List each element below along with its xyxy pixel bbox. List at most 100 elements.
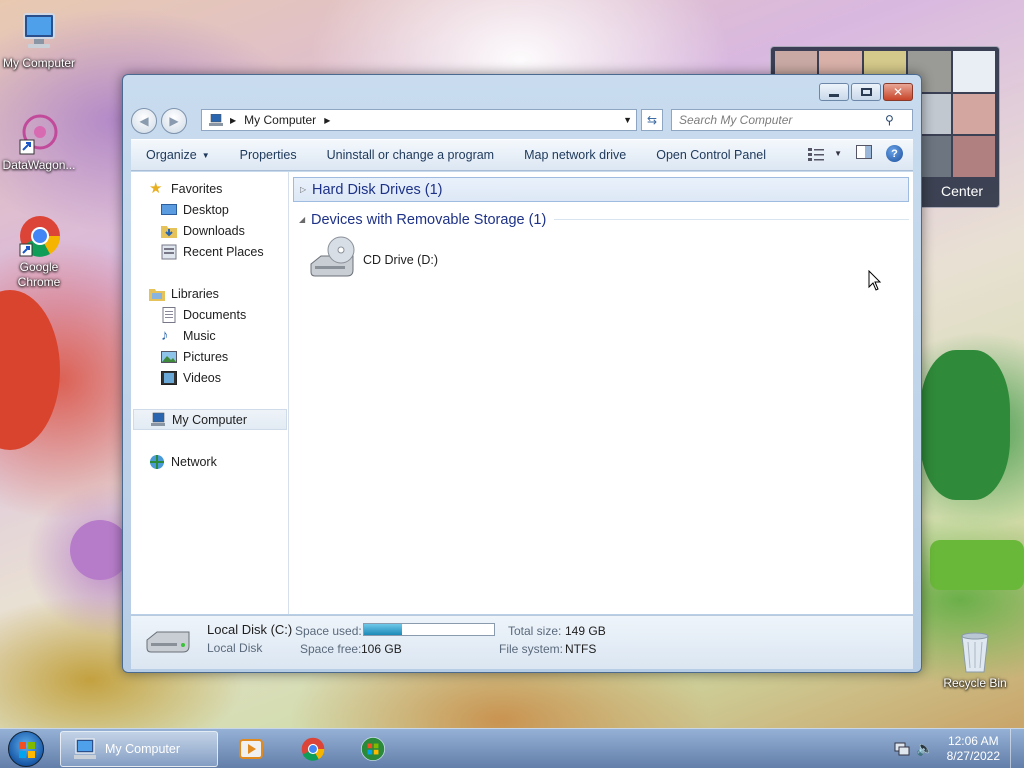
open-control-panel-button[interactable]: Open Control Panel [641, 142, 781, 168]
nav-label: Downloads [183, 223, 245, 238]
minimize-button[interactable] [819, 83, 849, 101]
nav-label: My Computer [172, 412, 248, 427]
nav-label: Network [171, 454, 217, 469]
minimize-icon [829, 93, 839, 97]
map-network-drive-button[interactable]: Map network drive [509, 142, 641, 168]
taskbar-button-my-computer[interactable]: My Computer [60, 731, 218, 767]
back-button[interactable]: ◀ [131, 108, 157, 134]
title-bar[interactable]: ✕ [123, 75, 921, 105]
chevron-down-icon: ▼ [201, 150, 210, 160]
maximize-button[interactable] [851, 83, 881, 101]
group-divider [554, 219, 909, 220]
search-icon[interactable]: ⚲ [885, 113, 894, 127]
properties-button[interactable]: Properties [225, 142, 312, 168]
preview-pane-icon[interactable] [856, 145, 872, 162]
breadcrumb-chevron-icon[interactable]: ▶ [324, 116, 330, 125]
nav-label: Pictures [183, 349, 229, 364]
desktop-icon-label: Google Chrome [17, 260, 61, 289]
windows-logo-icon [19, 742, 35, 758]
widget-label: Center [941, 183, 984, 199]
nav-favorites[interactable]: ★ Favorites [149, 178, 305, 199]
address-dropdown-icon[interactable]: ▼ [623, 115, 632, 125]
desktop-icon-recycle-bin[interactable]: Recycle Bin [936, 630, 1014, 691]
nav-label: Recent Places [183, 244, 264, 259]
chrome-icon [16, 214, 62, 258]
taskbar-button-windows-media-center[interactable] [356, 731, 390, 767]
nav-libraries[interactable]: Libraries [149, 283, 305, 304]
clock-date: 8/27/2022 [946, 749, 1000, 763]
group-removable-storage[interactable]: ◢ Devices with Removable Storage (1) [293, 207, 909, 232]
nav-label: Favorites [171, 181, 223, 196]
group-header-label: Hard Disk Drives (1) [312, 181, 443, 198]
recycle-bin-icon [952, 630, 998, 674]
nav-my-computer[interactable]: My Computer [133, 409, 287, 430]
navigation-bar: ◀ ▶ ▶ My Computer ▶ ▼ ⇆ ⚲ [131, 107, 913, 135]
window-body: ★ Favorites Desktop Downloads Recent Pla… [131, 172, 913, 614]
space-used-fill [364, 624, 402, 635]
documents-icon [161, 306, 177, 323]
media-player-icon [239, 739, 263, 759]
refresh-icon: ⇆ [646, 113, 658, 127]
videos-icon [161, 370, 177, 386]
drive-label: CD Drive (D:) [363, 252, 438, 267]
desktop-folder-icon [161, 202, 177, 218]
close-button[interactable]: ✕ [883, 83, 913, 101]
wallpaper-character [0, 290, 60, 450]
disk-type: Local Disk [207, 641, 263, 655]
expand-triangle-icon[interactable]: ▷ [300, 185, 312, 194]
uninstall-program-button[interactable]: Uninstall or change a program [312, 142, 509, 168]
recent-places-icon [161, 244, 177, 260]
address-bar[interactable]: ▶ My Computer ▶ ▼ [201, 109, 637, 131]
computer-small-icon [71, 737, 99, 761]
organize-button[interactable]: Organize ▼ [131, 142, 225, 168]
refresh-button[interactable]: ⇆ [641, 109, 663, 131]
details-pane: Local Disk (C:) Local Disk Space used: S… [131, 615, 913, 669]
forward-button[interactable]: ▶ [161, 108, 187, 134]
command-bar: Organize ▼ Properties Uninstall or change… [131, 139, 913, 171]
disk-name: Local Disk (C:) [207, 622, 293, 637]
taskbar-button-chrome[interactable] [296, 731, 330, 767]
file-system-value: NTFS [565, 642, 597, 656]
breadcrumb-chevron-icon[interactable]: ▶ [230, 116, 236, 125]
downloads-folder-icon [161, 223, 177, 239]
cd-drive-icon [307, 234, 357, 285]
group-header-label: Devices with Removable Storage (1) [311, 211, 547, 228]
desktop-icon-my-computer[interactable]: My Computer [0, 10, 78, 71]
start-button[interactable] [8, 731, 44, 767]
pictures-icon [161, 349, 177, 365]
drive-item-cd[interactable]: CD Drive (D:) [307, 234, 438, 285]
show-desktop-button[interactable] [1010, 729, 1024, 768]
collapse-triangle-icon[interactable]: ◢ [299, 215, 311, 224]
clock[interactable]: 12:06 AM 8/27/2022 [947, 734, 1000, 764]
desktop-icon-label: My Computer [2, 56, 76, 70]
nav-network[interactable]: Network [149, 451, 305, 472]
help-icon[interactable]: ? [886, 145, 903, 162]
wallpaper-blob [70, 520, 130, 580]
music-icon: ♪ [161, 326, 169, 344]
wallpaper-block [930, 540, 1024, 590]
nav-label: Documents [183, 307, 247, 322]
taskbar: My Computer 🔈 12:06 AM 8/27/2022 [0, 728, 1024, 768]
datawagon-icon [16, 112, 62, 156]
desktop-icon-google-chrome[interactable]: Google Chrome [0, 214, 78, 290]
breadcrumb-my-computer[interactable]: My Computer [244, 113, 316, 127]
desktop-icon-datawagon[interactable]: DataWagon... [0, 112, 78, 173]
view-options-icon[interactable]: ▼ [808, 147, 842, 161]
group-hard-disk-drives[interactable]: ▷ Hard Disk Drives (1) [293, 177, 909, 202]
desktop-icon-label: DataWagon... [2, 158, 76, 172]
network-tray-icon[interactable] [894, 741, 910, 760]
mouse-cursor-icon [868, 270, 882, 291]
nav-label: Libraries [171, 286, 219, 301]
local-disk-icon [145, 626, 191, 659]
back-arrow-icon: ◀ [139, 114, 149, 128]
taskbar-button-media-player[interactable] [234, 731, 268, 767]
volume-icon[interactable]: 🔈 [916, 740, 933, 757]
search-box: ⚲ [671, 109, 913, 131]
libraries-icon [149, 286, 165, 302]
computer-small-icon [150, 412, 166, 428]
navigation-pane: ★ Favorites Desktop Downloads Recent Pla… [131, 172, 289, 614]
space-free-value: 106 GB [361, 642, 402, 656]
search-input[interactable] [679, 113, 885, 127]
media-center-icon [360, 736, 386, 762]
network-icon [149, 454, 165, 470]
